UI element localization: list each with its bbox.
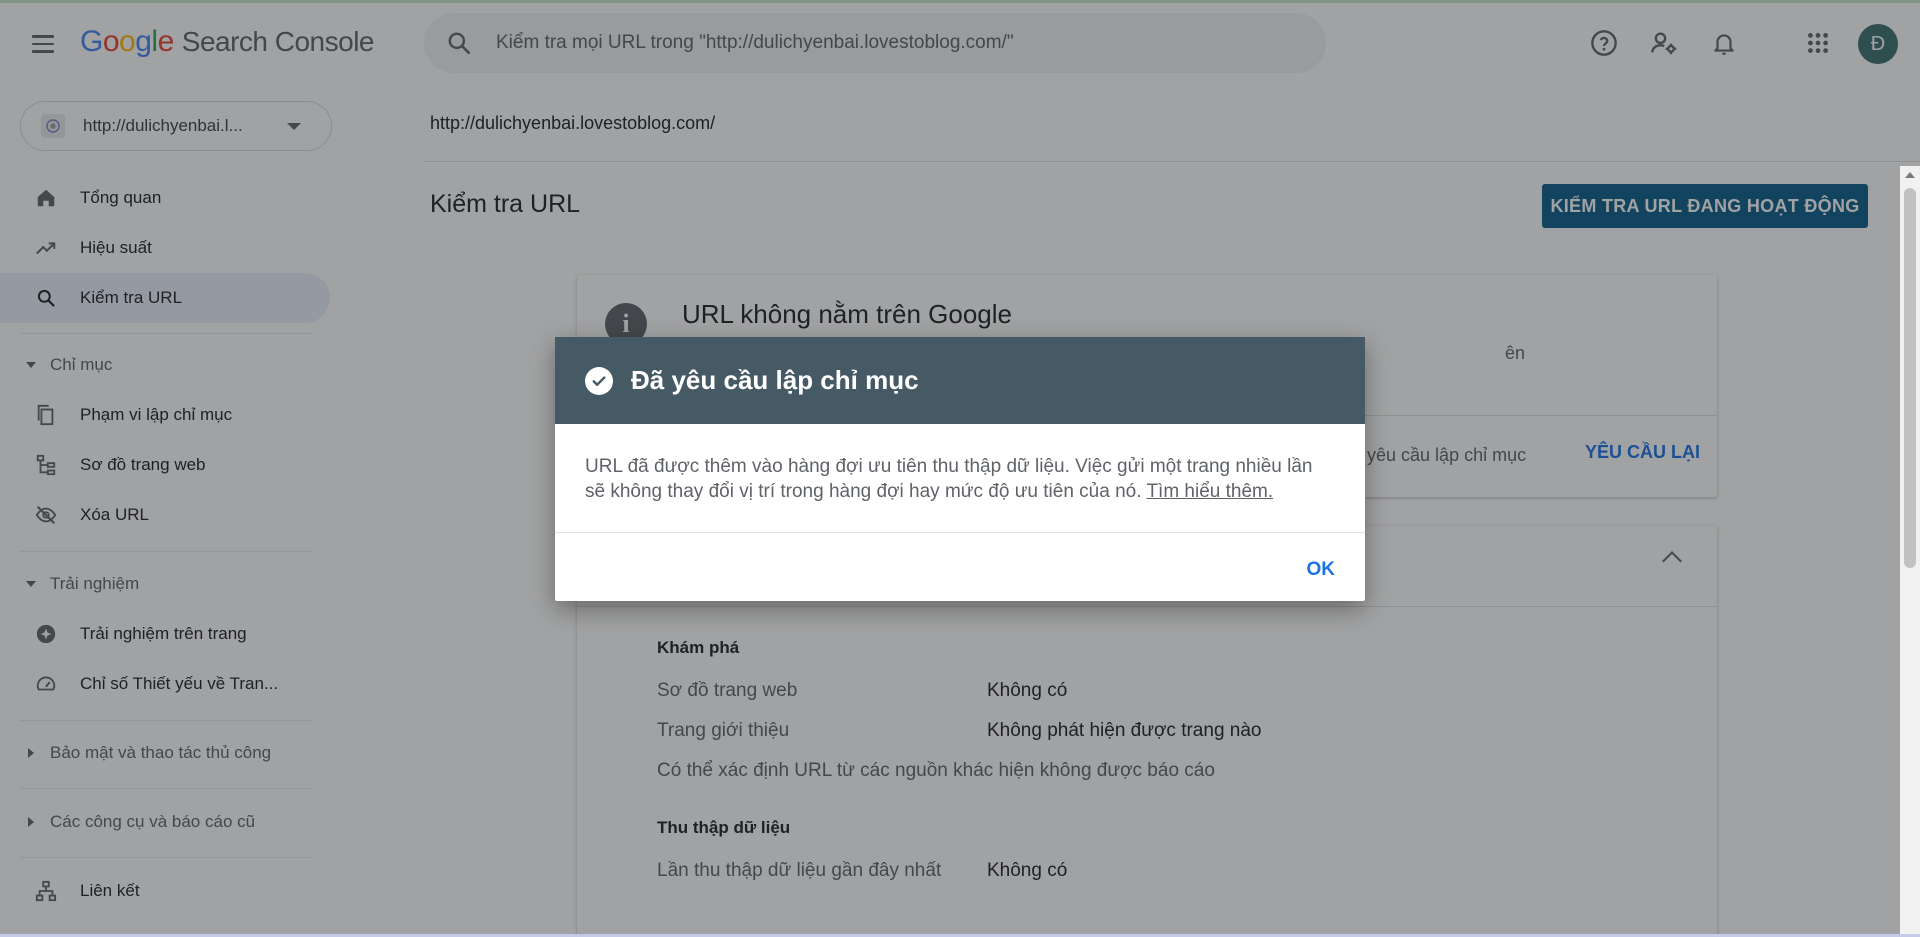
scroll-up-arrow[interactable] <box>1905 172 1915 178</box>
page-scrollbar[interactable] <box>1900 166 1920 937</box>
learn-more-link[interactable]: Tìm hiểu thêm. <box>1146 481 1273 502</box>
dialog-title: Đã yêu cầu lập chỉ mục <box>631 365 919 395</box>
dialog-header: Đã yêu cầu lập chỉ mục <box>555 337 1365 424</box>
dialog-body: URL đã được thêm vào hàng đợi ưu tiên th… <box>555 424 1365 532</box>
check-circle-icon <box>585 366 613 395</box>
scrollbar-thumb[interactable] <box>1904 188 1916 568</box>
indexing-requested-dialog: Đã yêu cầu lập chỉ mục URL đã được thêm … <box>555 337 1365 601</box>
ok-button[interactable]: OK <box>1307 559 1336 581</box>
divider <box>555 532 1365 533</box>
